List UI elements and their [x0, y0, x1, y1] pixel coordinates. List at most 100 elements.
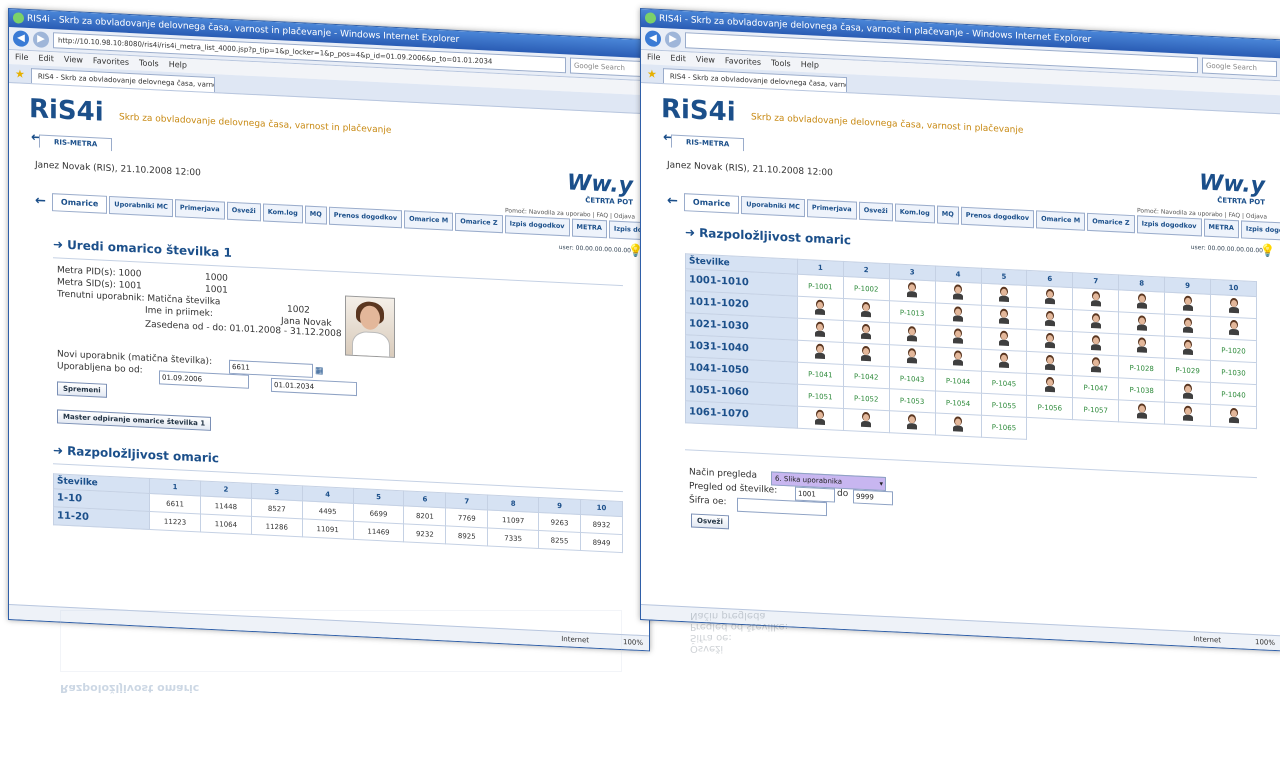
tab-omarice-m[interactable]: Omarice M — [1036, 210, 1086, 231]
locker-cell-photo[interactable] — [1118, 333, 1165, 359]
tab-omarice-m[interactable]: Omarice M — [404, 210, 454, 231]
locker-cell-code[interactable]: P-1030 — [1210, 360, 1257, 385]
locker-cell-photo[interactable] — [1072, 331, 1119, 356]
menu-file[interactable]: File — [647, 50, 660, 65]
menu-file[interactable]: File — [15, 50, 28, 65]
menu-help[interactable]: Help — [801, 58, 819, 73]
menu-view[interactable]: View — [64, 53, 83, 68]
locker-cell-photo[interactable] — [1164, 402, 1211, 427]
tab-izpis-dogodkov[interactable]: Izpis dogodkov — [504, 215, 570, 237]
locker-cell-photo[interactable] — [1118, 289, 1165, 315]
tab-metra[interactable]: METRA — [1203, 218, 1239, 239]
locker-cell-photo[interactable] — [1164, 336, 1211, 361]
locker-cell-code[interactable]: P-1020 — [1210, 338, 1257, 363]
locker-cell-photo[interactable] — [1118, 399, 1165, 425]
menu-edit[interactable]: Edit — [38, 51, 54, 66]
locker-cell-photo[interactable] — [1072, 309, 1119, 334]
locker-cell-photo[interactable] — [797, 406, 844, 431]
to-input[interactable]: 9999 — [853, 489, 893, 506]
locker-cell-photo[interactable] — [1072, 287, 1119, 312]
locker-cell-code[interactable]: P-1029 — [1164, 358, 1211, 383]
tab-omarice[interactable]: Omarice — [683, 193, 740, 214]
locker-cell-code[interactable]: P-1043 — [889, 366, 936, 391]
locker-cell-code[interactable]: P-1041 — [797, 362, 844, 387]
forward-icon[interactable]: ▶ — [665, 31, 681, 49]
locker-cell-code[interactable]: P-1052 — [843, 386, 890, 411]
locker-cell-code[interactable]: P-1040 — [1210, 382, 1257, 407]
locker-cell-code[interactable]: P-1028 — [1118, 355, 1165, 381]
tabs-back-icon[interactable]: ← — [667, 192, 678, 211]
status-zoom[interactable]: 100% — [1255, 635, 1275, 650]
tab-osvezi[interactable]: Osveži — [858, 201, 893, 222]
locker-cell-photo[interactable] — [1026, 351, 1073, 376]
tab-omarice-z[interactable]: Omarice Z — [1087, 212, 1135, 234]
search-input[interactable]: Google Search — [1202, 57, 1277, 78]
table-cell[interactable]: 11469 — [353, 521, 404, 542]
locker-cell-photo[interactable] — [981, 327, 1027, 352]
locker-cell-photo[interactable] — [889, 410, 936, 435]
locker-cell-code[interactable]: P-1057 — [1072, 397, 1119, 422]
used-from-input[interactable]: 01.09.2006 — [159, 370, 249, 389]
locker-cell-code[interactable]: P-1038 — [1118, 377, 1165, 403]
menu-tools[interactable]: Tools — [771, 56, 791, 71]
locker-cell-photo[interactable] — [797, 340, 844, 365]
locker-cell-photo[interactable] — [1118, 311, 1165, 337]
favorites-star-icon[interactable]: ★ — [15, 66, 25, 82]
back-icon[interactable]: ◀ — [645, 30, 661, 48]
menu-tools[interactable]: Tools — [139, 56, 159, 71]
refresh-button[interactable]: Osveži — [691, 513, 729, 530]
locker-cell-photo[interactable] — [843, 408, 890, 433]
search-input[interactable]: Google Search — [570, 57, 645, 78]
locker-cell-photo[interactable] — [935, 324, 981, 350]
locker-cell-photo[interactable] — [1026, 373, 1073, 398]
table-cell[interactable]: 11223 — [149, 511, 201, 532]
tab-ris-metra[interactable]: RIS-METRA — [671, 134, 745, 152]
locker-cell-code[interactable]: P-1044 — [935, 368, 981, 394]
locker-cell-photo[interactable] — [935, 280, 981, 306]
table-cell[interactable]: 7335 — [487, 527, 539, 549]
tab-prenos-dogodkov[interactable]: Prenos dogodkov — [328, 206, 403, 229]
tab-prenos-dogodkov[interactable]: Prenos dogodkov — [960, 206, 1035, 229]
menu-edit[interactable]: Edit — [670, 51, 686, 66]
tab-uporabniki-mc[interactable]: Uporabniki MC — [741, 195, 805, 218]
lightbulb-icon[interactable]: 💡 — [1260, 243, 1275, 258]
tab-primerjava[interactable]: Primerjava — [806, 199, 857, 220]
locker-cell-photo[interactable] — [889, 344, 936, 369]
table-cell[interactable]: 11286 — [251, 516, 303, 537]
back-icon[interactable]: ◀ — [13, 30, 29, 48]
locker-cell-photo[interactable] — [981, 283, 1027, 308]
tab-izpis-dogodkov[interactable]: Izpis dogodkov — [1136, 215, 1202, 237]
tab-mq[interactable]: MQ — [936, 205, 959, 225]
locker-cell-photo[interactable] — [843, 320, 890, 345]
locker-cell-photo[interactable] — [981, 305, 1027, 330]
tab-ris-metra[interactable]: RIS-METRA — [39, 134, 113, 152]
locker-cell-code[interactable]: P-1045 — [981, 371, 1027, 396]
table-cell[interactable]: 8932 — [580, 514, 623, 535]
tab-metra[interactable]: METRA — [571, 218, 607, 239]
tab-kom-log[interactable]: Kom.log — [894, 203, 935, 224]
locker-cell-code[interactable]: P-1056 — [1026, 395, 1073, 420]
locker-cell-code[interactable]: P-1053 — [889, 388, 936, 413]
table-cell[interactable]: 7769 — [445, 507, 488, 528]
locker-cell-photo[interactable] — [1026, 329, 1073, 354]
locker-cell-photo[interactable] — [935, 346, 981, 372]
locker-cell-photo[interactable] — [1210, 316, 1257, 341]
menu-help[interactable]: Help — [169, 58, 187, 73]
table-cell[interactable]: 8925 — [445, 525, 488, 546]
tab-omarice[interactable]: Omarice — [51, 193, 108, 214]
locker-cell-photo[interactable] — [797, 296, 844, 321]
tab-mq[interactable]: MQ — [304, 205, 327, 225]
menu-favorites[interactable]: Favorites — [725, 54, 761, 70]
locker-cell-photo[interactable] — [889, 322, 936, 347]
locker-cell-photo[interactable] — [1164, 292, 1211, 317]
save-button[interactable]: Spremeni — [57, 381, 107, 398]
tabs-back-icon[interactable]: ← — [35, 192, 46, 211]
locker-cell-code[interactable]: P-1054 — [935, 390, 981, 416]
locker-cell-code[interactable]: P-1013 — [889, 300, 936, 325]
menu-favorites[interactable]: Favorites — [93, 54, 129, 70]
locker-cell-photo[interactable] — [889, 278, 936, 303]
locker-cell-code[interactable]: P-1047 — [1072, 375, 1119, 400]
locker-cell-photo[interactable] — [935, 412, 981, 438]
locker-cell-code[interactable]: P-1065 — [981, 415, 1027, 440]
table-cell[interactable]: 11064 — [200, 513, 252, 535]
